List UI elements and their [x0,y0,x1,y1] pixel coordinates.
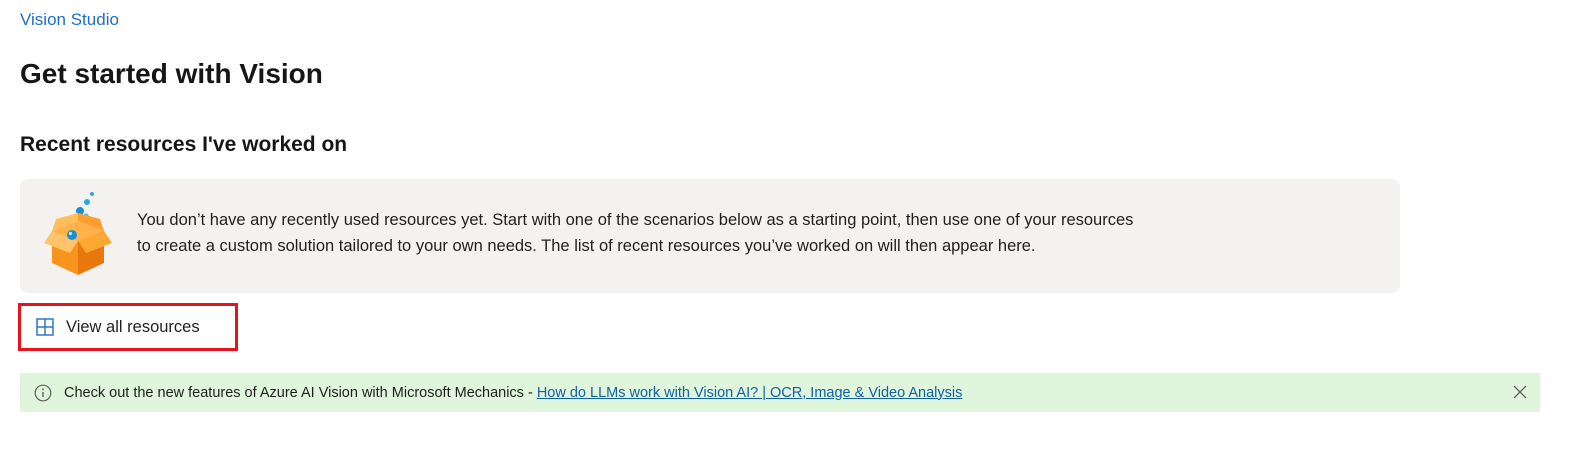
view-all-resources-label: View all resources [66,317,200,336]
grid-icon [36,318,54,336]
banner-message: Check out the new features of Azure AI V… [64,384,537,401]
open-box-icon [44,192,112,275]
announcement-banner: Check out the new features of Azure AI V… [20,373,1540,412]
close-icon[interactable] [1512,384,1528,400]
empty-state-message: You don’t have any recently used resourc… [137,207,1217,259]
page: Vision Studio Get started with Vision Re… [0,0,1585,460]
view-all-resources-button[interactable]: View all resources [18,303,238,351]
page-title: Get started with Vision [20,58,323,89]
empty-state-message-line1: You don’t have any recently used resourc… [137,211,1134,229]
banner-text: Check out the new features of Azure AI V… [64,385,962,401]
breadcrumb-vision-studio[interactable]: Vision Studio [20,10,119,30]
banner-video-link[interactable]: How do LLMs work with Vision AI? | OCR, … [537,385,963,401]
recent-resources-heading: Recent resources I've worked on [20,133,348,156]
recent-resources-empty-panel: You don’t have any recently used resourc… [20,179,1400,293]
info-icon [34,384,52,401]
empty-state-message-line2: to create a custom solution tailored to … [137,237,1036,255]
